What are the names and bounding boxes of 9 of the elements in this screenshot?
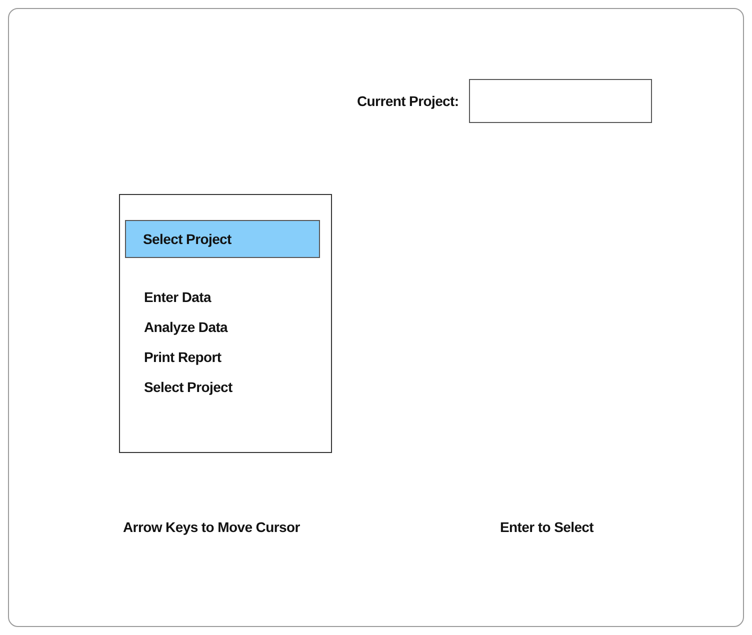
key-hint: Arrow Keys to Move Cursor — [123, 518, 301, 537]
menu-item[interactable]: Analyze Data — [125, 311, 320, 341]
menu-item[interactable]: Select Project — [125, 220, 320, 258]
menu-item[interactable]: Select Project — [125, 371, 320, 401]
menu-item[interactable]: Enter Data — [125, 281, 320, 311]
current-project-label: Current Project: — [357, 93, 459, 109]
current-project-field[interactable] — [468, 79, 652, 123]
key-hint: Enter to Select — [500, 518, 594, 537]
menu-item[interactable]: Print Report — [125, 341, 320, 371]
